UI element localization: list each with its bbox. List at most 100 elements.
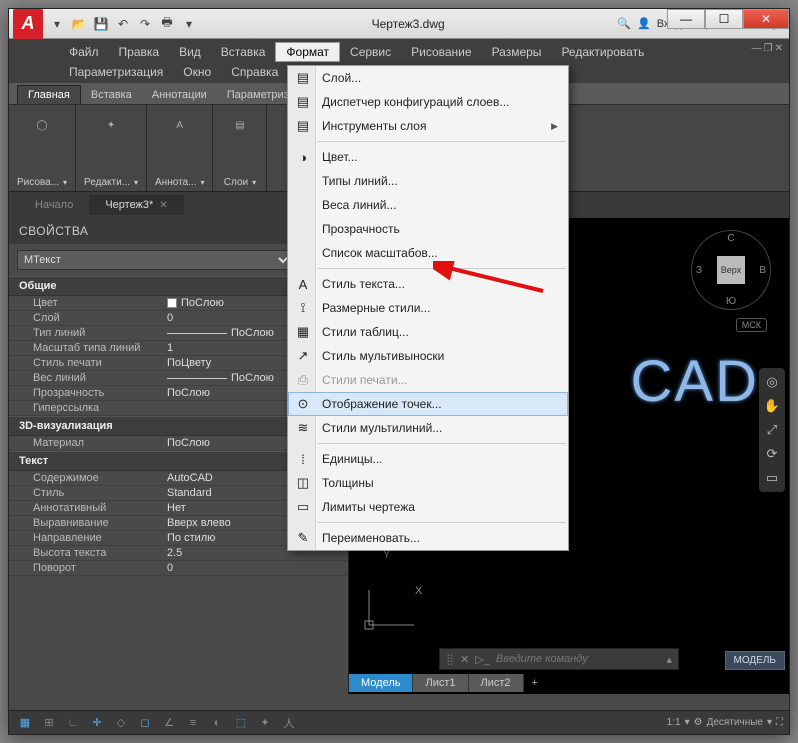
menu-item[interactable]: ◫Толщины [288, 471, 568, 495]
qat-redo-icon[interactable]: ↷ [135, 14, 155, 34]
qat-print-icon[interactable]: 🖶 [157, 14, 177, 34]
command-input[interactable] [496, 653, 661, 665]
menu-item[interactable]: ⊙Отображение точек... [288, 392, 568, 416]
menu-item[interactable]: ▭Лимиты чертежа [288, 495, 568, 519]
qat-new-icon[interactable]: ▾ [47, 14, 67, 34]
selection-cycling-icon[interactable]: ⬚ [231, 714, 251, 732]
ribbon-panel-1[interactable]: ✦Редакти... [76, 105, 147, 191]
user-icon[interactable]: 👤 [637, 17, 651, 30]
menu-Правка[interactable]: Правка [109, 43, 170, 61]
close-button[interactable]: ✕ [743, 9, 789, 29]
menu-item[interactable]: ↗Стиль мультивыноски [288, 344, 568, 368]
showmotion-icon[interactable]: ▭ [762, 468, 782, 488]
viewcube-top[interactable]: Верх [717, 256, 745, 284]
polar-toggle-icon[interactable]: ✛ [87, 714, 107, 732]
menu-item[interactable]: ◑Цвет... [288, 145, 568, 169]
menu-item[interactable]: ✎Переименовать... [288, 526, 568, 550]
ortho-toggle-icon[interactable]: ∟ [63, 714, 83, 732]
qat-more-icon[interactable]: ▾ [179, 14, 199, 34]
minimize-button[interactable]: — [667, 9, 705, 29]
maximize-button[interactable]: ☐ [705, 9, 743, 29]
ribbon-tab-Аннотации[interactable]: Аннотации [142, 86, 217, 104]
osnap-toggle-icon[interactable]: ◻ [135, 714, 155, 732]
anno-scale[interactable]: 1:1 [667, 717, 681, 728]
command-line[interactable]: ⣿ ✕ ▷_ ▴ [439, 648, 679, 670]
menu-item[interactable]: ⎙Стили печати... [288, 368, 568, 392]
layout-tab[interactable]: Лист2 [469, 674, 524, 692]
layout-tab[interactable]: Лист1 [413, 674, 468, 692]
menu-Параметризация[interactable]: Параметризация [59, 63, 173, 81]
menu-Файл[interactable]: Файл [59, 43, 109, 61]
panel-icon[interactable]: ▤ [224, 109, 256, 141]
qat-undo-icon[interactable]: ↶ [113, 14, 133, 34]
space-badge[interactable]: МОДЕЛЬ [725, 651, 785, 670]
doc-tab-start[interactable]: Начало [19, 195, 89, 215]
menu-item[interactable]: ⟟Размерные стили... [288, 296, 568, 320]
panel-icon[interactable]: ◯ [26, 109, 58, 141]
doc-minimize-icon[interactable]: — [752, 43, 762, 54]
props-row[interactable]: Поворот0 [9, 561, 348, 576]
panel-icon[interactable]: A [164, 109, 196, 141]
pan-icon[interactable]: ✋ [762, 396, 782, 416]
menu-item[interactable]: Веса линий... [288, 193, 568, 217]
menu-item[interactable]: ▤Слой... [288, 66, 568, 90]
qat-open-icon[interactable]: 📂 [69, 14, 89, 34]
search-icon[interactable]: 🔍 [617, 17, 631, 30]
panel-icon[interactable]: ✦ [95, 109, 127, 141]
menu-item[interactable]: ▦Стили таблиц... [288, 320, 568, 344]
menu-item[interactable]: ≋Стили мультилиний... [288, 416, 568, 440]
layout-tab[interactable]: Модель [349, 674, 413, 692]
qp-icon[interactable]: 人 [279, 714, 299, 732]
lineweight-toggle-icon[interactable]: ≡ [183, 714, 203, 732]
menu-Справка[interactable]: Справка [221, 63, 288, 81]
menu-Формат[interactable]: Формат [275, 42, 340, 62]
menu-item[interactable]: Прозрачность [288, 217, 568, 241]
ribbon-panel-3[interactable]: ▤Слои [213, 105, 267, 191]
ribbon-tab-Вставка[interactable]: Вставка [81, 86, 142, 104]
menu-item[interactable]: ⁞Единицы... [288, 447, 568, 471]
view-cube[interactable]: С Ю В З Верх [691, 230, 771, 310]
canvas-mtext[interactable]: CAD [631, 348, 759, 415]
workspace-icon[interactable]: ⚙ [694, 717, 703, 728]
wcs-label[interactable]: МСК [736, 318, 767, 332]
viewcube-west[interactable]: З [696, 265, 702, 276]
iso-toggle-icon[interactable]: ◇ [111, 714, 131, 732]
doc-tab-active[interactable]: Чертеж3*✕ [89, 195, 183, 215]
menu-Окно[interactable]: Окно [173, 63, 221, 81]
menu-Вставка[interactable]: Вставка [211, 43, 276, 61]
nav-wheel-icon[interactable]: ◎ [762, 372, 782, 392]
cmd-recent-icon[interactable]: ▴ [666, 653, 672, 666]
units-mode[interactable]: Десятичные [707, 717, 763, 728]
doc-close-icon[interactable]: ✕ [775, 43, 783, 54]
menu-Вид[interactable]: Вид [169, 43, 211, 61]
menu-item[interactable]: AСтиль текста... [288, 272, 568, 296]
app-logo[interactable]: A [13, 9, 43, 39]
ribbon-panel-2[interactable]: AАннота... [147, 105, 213, 191]
add-layout-button[interactable]: + [524, 674, 546, 692]
selection-dropdown[interactable]: МТекст [17, 250, 292, 270]
ribbon-tab-Главная[interactable]: Главная [17, 85, 81, 104]
menu-item[interactable]: Типы линий... [288, 169, 568, 193]
menu-item[interactable]: Список масштабов... [288, 241, 568, 265]
snap-toggle-icon[interactable]: ⊞ [39, 714, 59, 732]
menu-Рисование[interactable]: Рисование [401, 43, 481, 61]
cmd-handle-icon[interactable]: ⣿ [446, 653, 454, 666]
zoom-extents-icon[interactable]: ⤢ [762, 420, 782, 440]
prop-value[interactable]: 0 [163, 562, 348, 574]
viewcube-north[interactable]: С [727, 233, 734, 244]
qat-save-icon[interactable]: 💾 [91, 14, 111, 34]
viewcube-south[interactable]: Ю [726, 296, 736, 307]
doc-tab-close-icon[interactable]: ✕ [159, 200, 167, 211]
viewcube-east[interactable]: В [759, 265, 766, 276]
menu-item[interactable]: ▤Диспетчер конфигураций слоев... [288, 90, 568, 114]
orbit-icon[interactable]: ⟳ [762, 444, 782, 464]
cmd-close-icon[interactable]: ✕ [460, 653, 469, 666]
grid-toggle-icon[interactable]: ▦ [15, 714, 35, 732]
clean-screen-icon[interactable]: ⛶ [776, 717, 783, 728]
ribbon-panel-0[interactable]: ◯Рисова... [9, 105, 76, 191]
menu-Размеры[interactable]: Размеры [482, 43, 552, 61]
menu-Сервис[interactable]: Сервис [340, 43, 401, 61]
menu-Редактировать[interactable]: Редактировать [551, 43, 654, 61]
dyn-input-icon[interactable]: ✦ [255, 714, 275, 732]
otrack-toggle-icon[interactable]: ∠ [159, 714, 179, 732]
